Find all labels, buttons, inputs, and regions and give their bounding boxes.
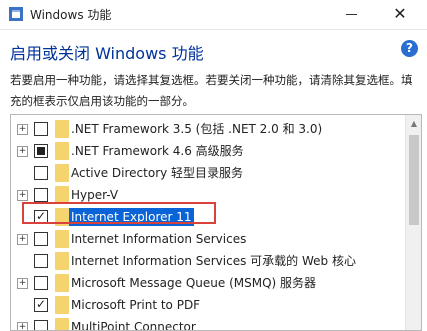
minimize-button[interactable]: [346, 14, 357, 15]
feature-row[interactable]: ✓ Microsoft Print to PDF: [11, 294, 401, 316]
feature-checkbox[interactable]: [34, 166, 48, 180]
feature-row[interactable]: + Internet Information Services: [11, 228, 401, 250]
expand-plus-icon[interactable]: +: [17, 190, 28, 201]
red-highlight-annotation: [22, 202, 216, 224]
vertical-scrollbar[interactable]: ▲: [405, 115, 421, 330]
scroll-up-arrow-icon[interactable]: ▲: [406, 115, 421, 133]
folder-icon: [55, 252, 69, 270]
expand-plus-icon[interactable]: +: [17, 234, 28, 245]
close-button[interactable]: ✕: [389, 3, 411, 25]
instructions-text: 若要启用一种功能，请选择其复选框。若要关闭一种功能，请清除其复选框。填充的框表示…: [10, 73, 413, 108]
feature-row[interactable]: + .NET Framework 4.6 高级服务: [11, 140, 401, 162]
folder-icon: [55, 296, 69, 314]
feature-label[interactable]: Internet Information Services: [69, 230, 248, 248]
feature-checkbox[interactable]: [34, 188, 48, 202]
title-bar: Windows 功能 ✕: [0, 0, 427, 30]
window-title: Windows 功能: [30, 8, 112, 22]
folder-icon: [55, 274, 69, 292]
feature-checkbox[interactable]: [34, 254, 48, 268]
feature-checkbox[interactable]: [34, 320, 48, 330]
folder-icon: [55, 164, 69, 182]
help-icon[interactable]: ?: [401, 40, 418, 57]
feature-row[interactable]: + Microsoft Message Queue (MSMQ) 服务器: [11, 272, 401, 294]
page-heading: 启用或关闭 Windows 功能: [10, 44, 204, 63]
feature-label[interactable]: .NET Framework 3.5 (包括 .NET 2.0 和 3.0): [69, 120, 324, 138]
expand-plus-icon[interactable]: +: [17, 322, 28, 330]
feature-row[interactable]: + MultiPoint Connector: [11, 316, 401, 330]
feature-checkbox[interactable]: ✓: [34, 297, 48, 312]
folder-icon: [55, 142, 69, 160]
folder-icon: [55, 318, 69, 330]
feature-row[interactable]: Active Directory 轻型目录服务: [11, 162, 401, 184]
feature-label[interactable]: .NET Framework 4.6 高级服务: [69, 142, 246, 160]
folder-icon: [55, 230, 69, 248]
expand-plus-icon[interactable]: +: [17, 124, 28, 135]
feature-checkbox[interactable]: [34, 232, 48, 246]
folder-icon: [55, 120, 69, 138]
windows-features-icon: [9, 7, 23, 21]
feature-label[interactable]: Active Directory 轻型目录服务: [69, 164, 245, 182]
feature-label[interactable]: Microsoft Message Queue (MSMQ) 服务器: [69, 274, 318, 292]
checkmark-icon: ✓: [35, 297, 47, 311]
feature-label[interactable]: Microsoft Print to PDF: [69, 296, 202, 314]
expand-plus-icon[interactable]: +: [17, 278, 28, 289]
feature-checkbox[interactable]: [34, 144, 48, 158]
feature-label[interactable]: Internet Information Services 可承载的 Web 核…: [69, 252, 358, 270]
feature-tree[interactable]: + .NET Framework 3.5 (包括 .NET 2.0 和 3.0) +…: [10, 114, 422, 331]
feature-checkbox[interactable]: [34, 122, 48, 136]
expand-plus-icon[interactable]: +: [17, 146, 28, 157]
feature-label[interactable]: MultiPoint Connector: [69, 318, 198, 330]
feature-checkbox[interactable]: [34, 276, 48, 290]
feature-row[interactable]: Internet Information Services 可承载的 Web 核…: [11, 250, 401, 272]
feature-row[interactable]: + .NET Framework 3.5 (包括 .NET 2.0 和 3.0): [11, 118, 401, 140]
scrollbar-thumb[interactable]: [409, 135, 419, 225]
